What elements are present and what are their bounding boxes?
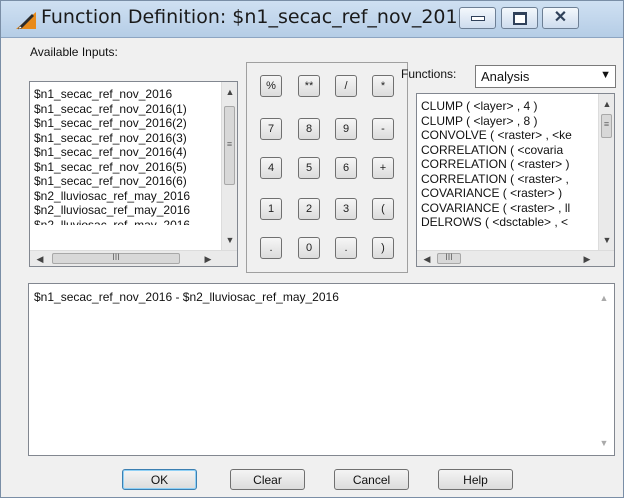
available-inputs-label: Available Inputs: [30,45,118,59]
scroll-thumb[interactable]: III [52,252,180,264]
key-2[interactable]: 2 [298,198,320,220]
list-item[interactable]: $n1_secac_ref_nov_2016(5) [30,160,222,175]
clear-button[interactable]: Clear [230,469,305,490]
key-3[interactable]: 3 [335,198,357,220]
key-divide[interactable]: / [335,75,357,97]
list-item[interactable]: CONVOLVE ( <raster> , <ke [417,128,599,143]
key-8[interactable]: 8 [298,118,320,140]
close-button[interactable]: ✕ [542,7,579,29]
scroll-right-icon[interactable]: ▶ [579,251,595,266]
grip-icon: ≡ [226,139,233,149]
expression-text[interactable]: $n1_secac_ref_nov_2016 - $n2_lluviosac_r… [34,290,339,304]
ok-button[interactable]: OK [122,469,197,490]
function-category-value: Analysis [481,69,530,84]
key-1[interactable]: 1 [260,198,282,220]
key-open-paren[interactable]: ( [372,198,394,220]
scroll-up-icon[interactable]: ▲ [222,84,237,100]
list-item[interactable]: $n1_secac_ref_nov_2016(6) [30,174,222,189]
list-item[interactable]: $n1_secac_ref_nov_2016(1) [30,102,222,117]
list-item[interactable]: COVARIANCE ( <raster> , ll [417,201,599,216]
key-7[interactable]: 7 [260,118,282,140]
list-item[interactable]: $n1_secac_ref_nov_2016(3) [30,131,222,146]
key-decimal[interactable]: . [260,237,282,259]
list-item[interactable]: CORRELATION ( <raster> ) [417,157,599,172]
list-item[interactable]: CLUMP ( <layer> , 4 ) [417,99,599,114]
key-4[interactable]: 4 [260,157,282,179]
maximize-button[interactable] [501,7,538,29]
scroll-down-icon[interactable]: ▼ [599,232,614,248]
functions-horizontal-scrollbar[interactable]: ◀ III ▶ [417,250,614,266]
expression-editor[interactable]: $n1_secac_ref_nov_2016 - $n2_lluviosac_r… [28,283,615,456]
cancel-button[interactable]: Cancel [334,469,409,490]
function-definition-window: Function Definition: $n1_secac_ref_nov_2… [0,0,624,498]
scroll-left-icon[interactable]: ◀ [419,251,435,266]
key-percent[interactable]: % [260,75,282,97]
key-power[interactable]: ** [298,75,320,97]
list-item[interactable]: DELROWS ( <dsctable> , < [417,215,599,230]
scroll-thumb[interactable]: ≡ [224,106,235,185]
key-close-paren[interactable]: ) [372,237,394,259]
title-bar[interactable]: Function Definition: $n1_secac_ref_nov_2… [1,1,623,38]
list-item[interactable]: CORRELATION ( <raster> , [417,172,599,187]
list-item[interactable]: $n1_secac_ref_nov_2016(4) [30,145,222,160]
chevron-down-icon: ▼ [600,69,611,81]
scroll-thumb[interactable]: ≡ [601,114,612,138]
inputs-horizontal-scrollbar[interactable]: ◀ III ▶ [30,250,237,266]
minimize-icon [470,15,485,21]
key-plus[interactable]: + [372,157,394,179]
list-item[interactable]: $n2_lluviosac_ref_may_2016 [30,218,222,225]
function-category-select[interactable]: Analysis ▼ [475,65,616,88]
inputs-vertical-scrollbar[interactable]: ▲ ≡ ▼ [221,82,237,250]
scroll-thumb[interactable]: III [437,252,461,264]
grip-icon: III [112,252,120,262]
functions-list[interactable]: CLUMP ( <layer> , 4 ) CLUMP ( <layer> , … [416,93,615,267]
scroll-up-icon[interactable]: ▲ [596,290,612,306]
grip-icon: III [445,252,453,262]
maximize-icon [512,11,527,25]
minimize-button[interactable] [459,7,496,29]
pencil-ruler-icon [16,12,36,30]
list-item[interactable]: CORRELATION ( <covaria [417,143,599,158]
help-button[interactable]: Help [438,469,513,490]
functions-label: Functions: [401,67,457,81]
key-0[interactable]: 0 [298,237,320,259]
key-decimal-2[interactable]: . [335,237,357,259]
list-item[interactable]: CLUMP ( <layer> , 8 ) [417,114,599,129]
key-6[interactable]: 6 [335,157,357,179]
scroll-down-icon[interactable]: ▼ [596,435,612,451]
list-item[interactable]: $n2_lluviosac_ref_may_2016 [30,189,222,204]
scroll-up-icon[interactable]: ▲ [599,96,614,112]
operator-keypad: % ** / * 7 8 9 - 4 5 6 + 1 2 3 ( . 0 . ) [246,62,408,273]
key-9[interactable]: 9 [335,118,357,140]
functions-vertical-scrollbar[interactable]: ▲ ≡ ▼ [598,94,614,250]
close-icon: ✕ [553,9,568,26]
key-multiply[interactable]: * [372,75,394,97]
scroll-down-icon[interactable]: ▼ [222,232,237,248]
list-item[interactable]: $n1_secac_ref_nov_2016 [30,87,222,102]
list-item[interactable]: $n2_lluviosac_ref_may_2016 [30,203,222,218]
list-item[interactable]: $n1_secac_ref_nov_2016(2) [30,116,222,131]
grip-icon: ≡ [603,119,610,129]
available-inputs-list[interactable]: $n1_secac_ref_nov_2016 $n1_secac_ref_nov… [29,81,238,267]
scroll-left-icon[interactable]: ◀ [32,251,48,266]
key-5[interactable]: 5 [298,157,320,179]
window-title: Function Definition: $n1_secac_ref_nov_2… [41,6,470,28]
scroll-right-icon[interactable]: ▶ [200,251,216,266]
list-item[interactable]: COVARIANCE ( <raster> ) [417,186,599,201]
key-minus[interactable]: - [372,118,394,140]
